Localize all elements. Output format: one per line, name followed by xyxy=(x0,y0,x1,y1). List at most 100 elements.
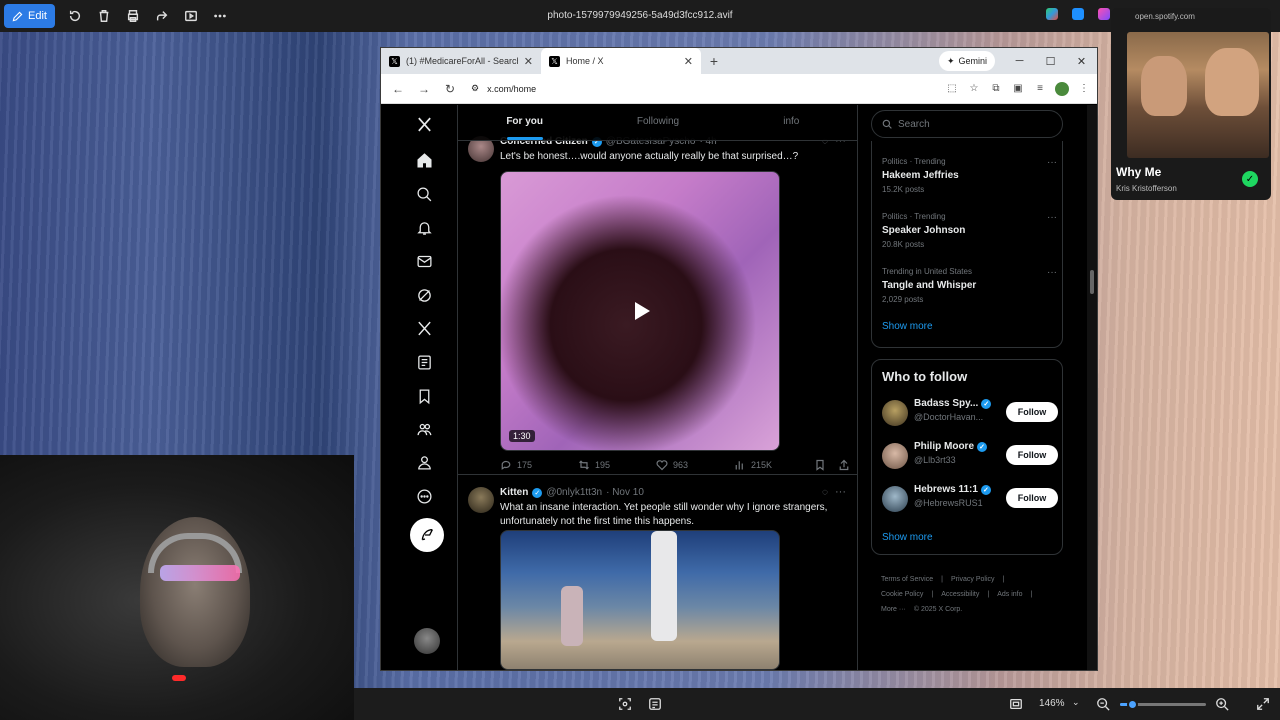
premium-x-icon[interactable] xyxy=(414,318,434,338)
url-field[interactable]: ⚙ x.com/home xyxy=(465,78,941,100)
menu-icon[interactable]: ⋮ xyxy=(1077,82,1091,96)
tweet-avatar[interactable] xyxy=(468,487,494,513)
suggestion-name[interactable]: Badass Spy... xyxy=(914,398,978,409)
suggestion-name[interactable]: Hebrews 11:1 xyxy=(914,484,978,495)
app-icon[interactable] xyxy=(1098,8,1110,20)
follow-button[interactable]: Follow xyxy=(1006,445,1058,465)
repost-button[interactable]: 195 xyxy=(578,459,656,471)
reading-list-icon[interactable]: ≡ xyxy=(1033,82,1047,96)
suggestion-avatar[interactable] xyxy=(882,400,908,426)
lists-icon[interactable] xyxy=(414,352,434,372)
aspect-icon[interactable] xyxy=(1009,697,1023,711)
tab-search[interactable]: 𝕏 (1) #MedicareForAll - Search / X ✕ xyxy=(381,48,541,74)
cookie-link[interactable]: Cookie Policy xyxy=(881,591,923,598)
tweet-video[interactable] xyxy=(500,530,780,670)
spotify-mini-player[interactable]: open.spotify.com Why Me Kris Kristoffers… xyxy=(1111,8,1271,200)
trend-item[interactable]: Politics · Trending Speaker Johnson 20.8… xyxy=(882,212,1057,249)
zoom-out-icon[interactable] xyxy=(1096,697,1110,711)
explore-search-icon[interactable] xyxy=(414,184,434,204)
forward-icon[interactable]: → xyxy=(413,78,435,100)
zoom-slider-knob[interactable] xyxy=(1127,699,1139,710)
home-icon[interactable] xyxy=(414,150,434,170)
extensions-icon[interactable]: ⧉ xyxy=(989,82,1003,96)
grok-explain-icon[interactable]: ◌ xyxy=(822,487,828,498)
bookmark-star-icon[interactable]: ☆ xyxy=(967,82,981,96)
views-button[interactable]: 215K xyxy=(734,459,812,471)
site-info-icon[interactable]: ⚙ xyxy=(471,83,479,94)
communities-icon[interactable] xyxy=(414,419,434,439)
rotate-icon[interactable] xyxy=(61,2,89,30)
close-icon[interactable]: ✕ xyxy=(684,55,693,68)
scrollbar-thumb[interactable] xyxy=(1090,270,1094,294)
close-icon[interactable]: ✕ xyxy=(524,55,533,68)
install-icon[interactable]: ⬚ xyxy=(945,82,959,96)
follow-button[interactable]: Follow xyxy=(1006,488,1058,508)
tweet-time[interactable]: · Nov 10 xyxy=(606,487,644,498)
ads-info-link[interactable]: Ads info xyxy=(997,591,1022,598)
trends-show-more-link[interactable]: Show more xyxy=(882,321,933,332)
zoom-slider[interactable] xyxy=(1120,699,1206,710)
tab-for-you[interactable]: For you xyxy=(458,105,591,140)
tab-info[interactable]: info xyxy=(725,105,857,140)
tweet[interactable]: Concerned Citizen ✓ @BGatesIsaPyscho · 4… xyxy=(458,133,857,475)
follow-button[interactable]: Follow xyxy=(1006,402,1058,422)
trend-item[interactable]: Trending in United States Tangle and Whi… xyxy=(882,267,1057,304)
new-tab-button[interactable]: + xyxy=(701,48,727,74)
grok-icon[interactable] xyxy=(414,285,434,305)
account-avatar[interactable] xyxy=(414,628,440,654)
fit-icon[interactable] xyxy=(618,697,632,711)
like-button[interactable]: 963 xyxy=(656,459,734,471)
zoom-in-icon[interactable] xyxy=(1215,697,1229,711)
bookmarks-icon[interactable] xyxy=(414,386,434,406)
follow-suggestion[interactable]: Philip Moore ✓ @Llb3rt33 Follow xyxy=(882,441,1058,471)
terms-link[interactable]: Terms of Service xyxy=(881,576,933,583)
suggestion-avatar[interactable] xyxy=(882,443,908,469)
follow-suggestion[interactable]: Badass Spy... ✓ @DoctorHavan... Follow xyxy=(882,398,1058,428)
back-icon[interactable]: ← xyxy=(387,78,409,100)
trend-more-icon[interactable]: ··· xyxy=(1047,157,1057,168)
close-window-icon[interactable]: ✕ xyxy=(1066,48,1097,74)
tab-home[interactable]: 𝕏 Home / X ✕ xyxy=(541,48,701,74)
slideshow-icon[interactable] xyxy=(177,2,205,30)
profile-avatar[interactable] xyxy=(1055,81,1069,96)
maximize-icon[interactable]: ☐ xyxy=(1035,48,1066,74)
copilot-icon[interactable] xyxy=(1046,8,1058,20)
suggestion-avatar[interactable] xyxy=(882,486,908,512)
suggestion-name[interactable]: Philip Moore xyxy=(914,441,974,452)
ocr-icon[interactable] xyxy=(648,697,662,711)
privacy-link[interactable]: Privacy Policy xyxy=(951,576,995,583)
trend-item[interactable]: Politics · Trending Hakeem Jeffries 15.2… xyxy=(882,157,1057,194)
minimize-icon[interactable]: ─ xyxy=(1004,48,1035,74)
gemini-button[interactable]: ✦ Gemini xyxy=(938,51,995,71)
bookmark-icon[interactable] xyxy=(814,459,826,471)
notifications-bell-icon[interactable] xyxy=(414,218,434,238)
more-link[interactable]: More ··· xyxy=(881,606,906,613)
edit-button[interactable]: Edit xyxy=(4,4,55,28)
fullscreen-icon[interactable] xyxy=(1256,697,1270,711)
tweet-author-name[interactable]: Kitten xyxy=(500,487,528,498)
share-icon[interactable] xyxy=(838,459,850,471)
profile-icon[interactable] xyxy=(414,452,434,472)
search-input[interactable]: Search xyxy=(871,110,1063,138)
compose-post-button[interactable] xyxy=(410,518,444,552)
x-logo-icon[interactable] xyxy=(414,114,434,134)
share-icon[interactable] xyxy=(148,2,176,30)
tweet-author-handle[interactable]: @0nlyk1tt3n xyxy=(546,487,602,498)
delete-icon[interactable] xyxy=(90,2,118,30)
trend-more-icon[interactable]: ··· xyxy=(1047,212,1057,223)
reload-icon[interactable]: ↻ xyxy=(439,78,461,100)
play-icon[interactable] xyxy=(623,294,657,328)
chevron-down-icon[interactable]: ⌄ xyxy=(1072,697,1080,708)
more-icon[interactable] xyxy=(206,2,234,30)
tab-following[interactable]: Following xyxy=(591,105,724,140)
reply-button[interactable]: 175 xyxy=(500,459,578,471)
tweet[interactable]: Kitten ✓ @0nlyk1tt3n · Nov 10 ◌ ··· What… xyxy=(458,483,857,670)
page-scrollbar[interactable] xyxy=(1087,105,1097,670)
zoom-level[interactable]: 146% xyxy=(1039,698,1065,709)
accessibility-link[interactable]: Accessibility xyxy=(941,591,979,598)
split-view-icon[interactable]: ▣ xyxy=(1011,82,1025,96)
follow-show-more-link[interactable]: Show more xyxy=(882,532,933,543)
print-icon[interactable] xyxy=(119,2,147,30)
saved-check-icon[interactable]: ✓ xyxy=(1242,171,1258,187)
messages-envelope-icon[interactable] xyxy=(414,251,434,271)
